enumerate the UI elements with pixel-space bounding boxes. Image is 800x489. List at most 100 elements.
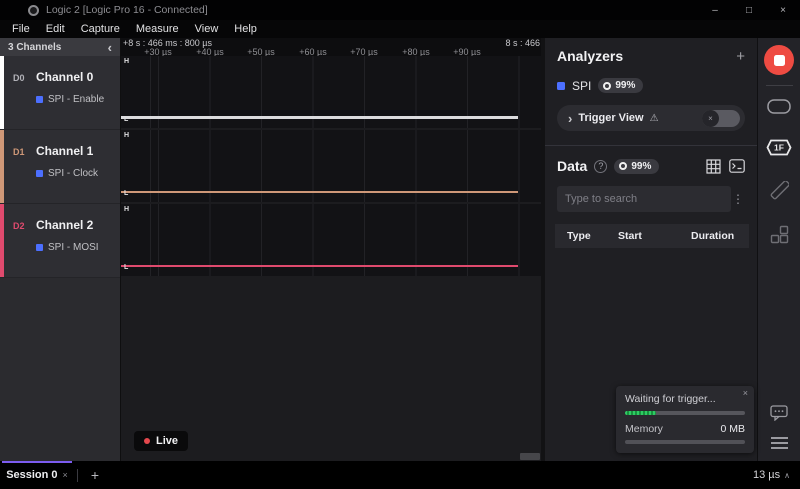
menu-help[interactable]: Help [226,23,265,35]
terminal-view-icon[interactable] [729,159,745,173]
data-header: Data ? 99% [557,158,745,174]
channel-row-1[interactable]: D1 Channel 1 SPI - Clock [0,130,120,204]
menu-capture[interactable]: Capture [73,23,128,35]
horizontal-scrollbar-thumb[interactable] [520,453,540,460]
warning-icon: ⚠ [649,112,659,124]
collapse-sidebar-icon[interactable]: ‹ [108,41,112,54]
grid-view-icon[interactable] [706,158,721,174]
session-tab[interactable]: Session 0 × [0,461,74,489]
high-marker: H [124,132,130,139]
timeline-ticks: +30 µs +40 µs +50 µs +60 µs +70 µs +80 µ… [121,47,541,57]
menu-bar: File Edit Capture Measure View Help [0,20,800,38]
title-bar: Logic 2 [Logic Pro 16 - Connected] – □ × [0,0,800,20]
channel-analyzer-tag[interactable]: SPI - MOSI [36,242,99,253]
minimize-button[interactable]: – [698,0,732,20]
channel-row-0[interactable]: D0 Channel 0 SPI - Enable [0,56,120,130]
menu-view[interactable]: View [187,23,227,35]
channel-analyzer-tag[interactable]: SPI - Clock [36,168,98,179]
memory-label: Memory [625,423,663,435]
device-settings-button[interactable] [767,99,791,114]
session-tab-label: Session 0 [6,469,58,481]
trigger-progress-bar [625,411,745,415]
stop-capture-button[interactable] [764,45,794,75]
progress-value: 99% [631,160,652,172]
toggle-knob-off-icon: × [702,109,719,127]
channels-count-label: 3 Channels [8,41,62,53]
analyzer-color-icon [36,170,43,177]
capture-duration-control[interactable]: 13 µs ∧ [753,469,800,481]
menu-measure[interactable]: Measure [128,23,187,35]
extensions-button[interactable] [770,225,789,244]
data-view-buttons [706,158,745,174]
channel-id: D1 [13,147,25,157]
timeline-ruler[interactable]: +8 s : 466 ms : 800 µs 8 s : 466 +30 µs … [121,38,541,57]
analyzer-label: SPI - Enable [48,94,105,105]
waveform-track-0[interactable]: H L [121,56,541,128]
live-button[interactable]: Live [134,431,189,451]
more-options-icon[interactable]: ⋮ [731,192,745,206]
feedback-button[interactable] [770,405,788,421]
high-marker: H [124,206,130,213]
waveform-viewport[interactable]: +8 s : 466 ms : 800 µs 8 s : 466 +30 µs … [121,38,545,461]
main-menu-button[interactable] [770,437,788,449]
trigger-view-row[interactable]: › Trigger View ⚠ × [557,105,745,131]
channel-name[interactable]: Channel 0 [36,70,93,84]
memory-value: 0 MB [720,423,745,435]
close-popup-icon[interactable]: × [743,388,748,398]
panel-divider [545,145,757,146]
window-controls: – □ × [698,0,800,20]
waiting-for-trigger-popup: × Waiting for trigger... Memory 0 MB [616,386,754,453]
main-area: 3 Channels ‹ D0 Channel 0 SPI - Enable D… [0,38,800,461]
ruler-icon [770,181,789,200]
menu-file[interactable]: File [4,23,38,35]
menu-edit[interactable]: Edit [38,23,73,35]
stop-icon [773,54,785,66]
close-button[interactable]: × [766,0,800,20]
channel-name[interactable]: Channel 2 [36,218,93,232]
add-analyzer-button[interactable]: + [736,49,745,64]
analyzers-header: Analyzers + [557,48,745,64]
analyzer-color-icon [36,96,43,103]
channel-name[interactable]: Channel 1 [36,144,93,158]
tab-divider [77,468,78,482]
waveform-track-2[interactable]: H L [121,204,541,276]
display-radix-button[interactable]: 1F [766,139,792,156]
column-duration[interactable]: Duration [691,230,749,242]
tool-sidebar: 1F [757,38,800,461]
analyzers-title: Analyzers [557,48,624,64]
channel-id: D0 [13,73,25,83]
channel-color-strip [0,204,4,277]
progress-ring-icon [603,81,612,90]
waveform-track-1[interactable]: H L [121,130,541,202]
maximize-button[interactable]: □ [732,0,766,20]
analyzers-panel: Analyzers + SPI 99% › Trigger View ⚠ × D… [545,38,757,461]
data-search-row: ⋮ [557,186,745,212]
sidebar-divider [765,85,793,86]
channel-row-2[interactable]: D2 Channel 2 SPI - MOSI [0,204,120,278]
analyzer-label: SPI - Clock [48,168,99,179]
measurements-button[interactable] [770,181,789,200]
capture-duration-value: 13 µs [753,469,781,481]
help-icon[interactable]: ? [594,159,608,173]
window-title: Logic 2 [Logic Pro 16 - Connected] [46,4,208,16]
search-input[interactable] [557,186,731,212]
live-label: Live [156,435,179,447]
close-session-icon[interactable]: × [63,470,68,480]
high-marker: H [124,58,130,65]
analyzer-progress-badge: 99% [598,78,644,93]
low-marker: L [124,264,129,271]
session-bar: Session 0 × + 13 µs ∧ [0,461,800,489]
signal-trace-ch2 [121,265,518,267]
memory-row: Memory 0 MB [625,423,745,435]
channel-color-strip [0,56,4,129]
progress-ring-icon [619,162,628,170]
channel-analyzer-tag[interactable]: SPI - Enable [36,94,104,105]
new-session-button[interactable]: + [81,467,109,483]
hex-radix-icon: 1F [766,139,792,156]
column-type[interactable]: Type [567,230,618,242]
low-marker: L [124,190,129,197]
chevron-right-icon[interactable]: › [568,112,572,125]
analyzer-item-spi[interactable]: SPI 99% [557,78,745,93]
trigger-view-toggle[interactable]: × [702,109,740,127]
column-start[interactable]: Start [618,230,691,242]
